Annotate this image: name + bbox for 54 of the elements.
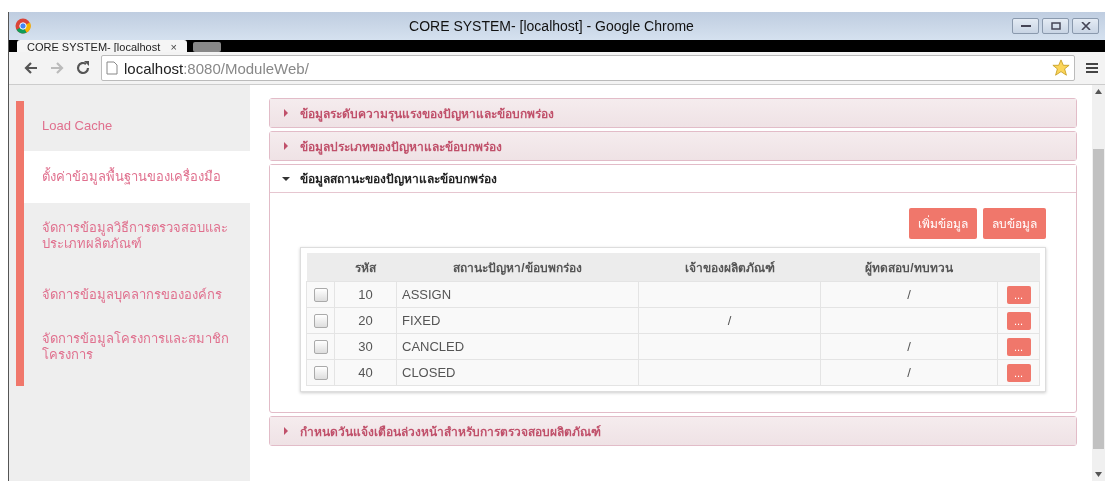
back-icon[interactable] [23, 60, 39, 76]
maximize-icon [1050, 22, 1061, 30]
accordion-header[interactable]: ข้อมูลประเภทของปัญหาและข้อบกพร่อง [270, 132, 1076, 160]
address-bar[interactable]: localhost:8080/ModuleWeb/ [101, 55, 1075, 81]
row-checkbox[interactable] [313, 314, 328, 329]
more-button[interactable]: ... [1006, 337, 1031, 356]
table-cell: / [820, 333, 998, 360]
close-button[interactable] [1072, 18, 1099, 34]
sidebar-item[interactable]: จัดการข้อมูลบุคลากรขององค์กร [24, 269, 250, 321]
caret-right-icon [282, 142, 290, 150]
window-title: CORE SYSTEM- [localhost] - Google Chrome [408, 18, 695, 34]
close-icon [1080, 22, 1091, 30]
table-cell: FIXED [396, 307, 639, 334]
table-cell: / [638, 307, 821, 334]
column-header: ผู้ทดสอบ/ทบทวน [820, 253, 998, 282]
reload-icon[interactable] [75, 60, 91, 76]
caret-down-icon [282, 174, 290, 183]
sidebar-item[interactable]: จัดการข้อมูลโครงการและสมาชิกโครงการ [24, 321, 250, 373]
action-button[interactable]: เพิ่มข้อมูล [909, 208, 977, 239]
table-cell: CLOSED [396, 359, 639, 386]
table-cell: CANCLED [396, 333, 639, 360]
more-button[interactable]: ... [1006, 285, 1031, 304]
accordion-header[interactable]: กำหนดวันแจ้งเตือนล่วงหน้าสำหรับการตรวจสอบผลิตภัณฑ์ [270, 417, 1076, 445]
row-checkbox[interactable] [313, 340, 328, 355]
more-button[interactable]: ... [1006, 311, 1031, 330]
sidebar-item[interactable]: จัดการข้อมูลวิธีการตรวจสอบและประเภทผลิตภัณฑ์ [24, 203, 250, 269]
star-icon[interactable] [1052, 59, 1070, 77]
table-cell: / [820, 359, 998, 386]
table-cell: ASSIGN [396, 281, 639, 308]
action-button[interactable]: ลบข้อมูล [983, 208, 1046, 239]
table-cell: 10 [334, 281, 397, 308]
tab-close[interactable]: × [170, 41, 177, 52]
minimize-button[interactable] [1012, 18, 1039, 34]
caret-right-icon [282, 427, 290, 435]
row-checkbox[interactable] [313, 288, 328, 303]
scroll-up-icon[interactable] [1095, 89, 1102, 94]
scrollbar[interactable] [1092, 85, 1105, 481]
minimize-icon [1020, 24, 1031, 28]
scroll-down-icon[interactable] [1095, 472, 1102, 477]
column-header: รหัส [334, 253, 397, 282]
browser-logo-icon [15, 18, 31, 34]
accordion-header[interactable]: ข้อมูลระดับความรุนแรงของปัญหาและข้อบกพร่อง [270, 99, 1076, 127]
page-icon [106, 61, 118, 75]
accordion-header[interactable]: ข้อมูลสถานะของปัญหาและข้อบกพร่อง [270, 165, 1076, 193]
sidebar-item[interactable]: ตั้งค่าข้อมูลพื้นฐานของเครื่องมือ [24, 151, 250, 203]
column-header: เจ้าของผลิตภัณฑ์ [638, 253, 821, 282]
caret-right-icon [282, 109, 290, 117]
maximize-button[interactable] [1042, 18, 1069, 34]
column-header: สถานะปัญหา/ข้อบพกร่อง [396, 253, 639, 282]
row-checkbox[interactable] [313, 366, 328, 381]
menu-icon[interactable] [1085, 61, 1099, 75]
table-cell: / [820, 281, 998, 308]
sidebar-item[interactable]: Load Cache [24, 101, 250, 151]
more-button[interactable]: ... [1006, 363, 1031, 382]
